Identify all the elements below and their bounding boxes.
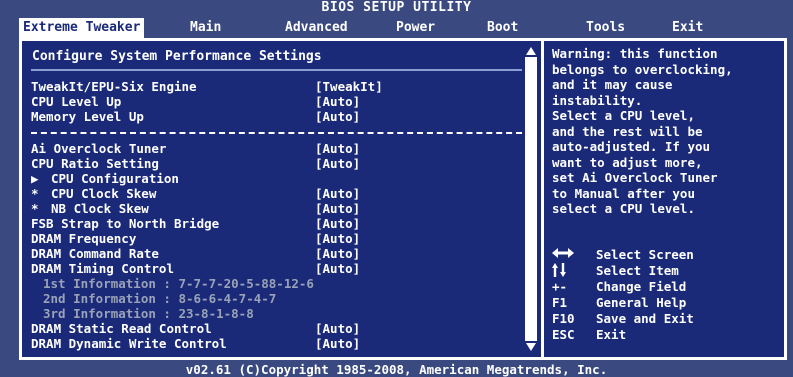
tab-power[interactable]: Power bbox=[392, 18, 439, 38]
key-desc: Select Item bbox=[596, 263, 679, 278]
setting-value[interactable]: [Auto] bbox=[315, 321, 360, 336]
key-label: +- bbox=[552, 279, 568, 294]
key-label: F10 bbox=[552, 311, 575, 326]
tab-main[interactable]: Main bbox=[186, 18, 225, 38]
key-row-exit: ESC Exit bbox=[544, 327, 784, 343]
setting-value[interactable]: [Auto] bbox=[315, 336, 360, 351]
setting-row-dram-static-read[interactable]: DRAM Static Read Control [Auto] bbox=[31, 321, 531, 336]
setting-row-dram-command-rate[interactable]: DRAM Command Rate [Auto] bbox=[31, 246, 531, 261]
help-line: auto-adjusted. If you bbox=[552, 139, 711, 154]
tab-boot[interactable]: Boot bbox=[483, 18, 522, 38]
key-row-select-item: Select Item bbox=[544, 263, 784, 279]
key-desc: General Help bbox=[596, 295, 687, 310]
settings-panel: Configure System Performance Settings Tw… bbox=[22, 41, 541, 357]
setting-label: Ai Overclock Tuner bbox=[31, 141, 167, 156]
info-row-1st: 1st Information : 7-7-7-20-5-88-12-6 bbox=[31, 276, 531, 291]
help-line: want to adjust more, bbox=[552, 154, 703, 170]
help-panel: Warning: this function belongs to overcl… bbox=[544, 41, 784, 357]
info-text: 2nd Information : 8-6-6-4-7-4-7 bbox=[43, 291, 277, 306]
info-row-2nd: 2nd Information : 8-6-6-4-7-4-7 bbox=[31, 291, 531, 306]
setting-row-tweakit[interactable]: TweakIt/EPU-Six Engine [TweakIt] bbox=[31, 79, 531, 94]
setting-row-cpu-ratio[interactable]: CPU Ratio Setting [Auto] bbox=[31, 156, 531, 171]
setting-value[interactable]: [Auto] bbox=[315, 246, 360, 261]
left-right-arrows-icon bbox=[552, 247, 574, 263]
bios-title: BIOS SETUP UTILITY bbox=[321, 0, 472, 15]
setting-row-cpu-level-up[interactable]: CPU Level Up [Auto] bbox=[31, 94, 531, 109]
help-line: select a CPU level. bbox=[552, 201, 695, 216]
setting-label: DRAM Dynamic Write Control bbox=[31, 336, 227, 351]
info-text: 3rd Information : 23-8-1-8-8 bbox=[43, 306, 254, 321]
setting-label: CPU Level Up bbox=[31, 94, 122, 109]
setting-label: CPU Ratio Setting bbox=[31, 156, 159, 171]
setting-label: TweakIt/EPU-Six Engine bbox=[31, 79, 197, 94]
setting-value[interactable]: [Auto] bbox=[315, 201, 360, 216]
scrollbar-track[interactable] bbox=[524, 47, 538, 351]
key-desc: Change Field bbox=[596, 279, 687, 294]
asterisk-marker: * bbox=[31, 186, 39, 201]
setting-row-memory-level-up[interactable]: Memory Level Up [Auto] bbox=[31, 109, 531, 124]
setting-value[interactable]: [Auto] bbox=[315, 231, 360, 246]
setting-label: DRAM Static Read Control bbox=[31, 321, 212, 336]
setting-label: CPU Clock Skew bbox=[51, 186, 157, 201]
setting-value[interactable]: [Auto] bbox=[315, 261, 360, 276]
tab-extreme-tweaker[interactable]: Extreme Tweaker bbox=[19, 18, 145, 38]
help-line: Warning: this function bbox=[552, 46, 718, 61]
key-row-change-field: +- Change Field bbox=[544, 279, 784, 295]
scroll-down-arrow-icon[interactable] bbox=[526, 343, 536, 351]
info-text: 1st Information : 7-7-7-20-5-88-12-6 bbox=[43, 276, 314, 291]
key-row-select-screen: Select Screen bbox=[544, 247, 784, 263]
scrollbar-thumb[interactable] bbox=[525, 57, 537, 341]
help-line: belongs to overclocking, bbox=[552, 61, 733, 77]
setting-value[interactable]: [Auto] bbox=[315, 141, 360, 156]
key-desc: Select Screen bbox=[596, 247, 694, 262]
setting-label: CPU Configuration bbox=[51, 171, 179, 186]
setting-label: DRAM Frequency bbox=[31, 231, 137, 246]
help-line: Select a CPU level, bbox=[552, 108, 695, 123]
setting-row-ai-overclock-tuner[interactable]: Ai Overclock Tuner [Auto] bbox=[31, 141, 531, 156]
setting-value[interactable]: [Auto] bbox=[315, 94, 360, 109]
main-frame: Configure System Performance Settings Tw… bbox=[19, 38, 787, 360]
key-desc: Exit bbox=[596, 327, 627, 342]
help-text: Warning: this function belongs to overcl… bbox=[552, 46, 780, 217]
help-line: and it may cause bbox=[552, 77, 673, 92]
setting-value[interactable]: [Auto] bbox=[315, 156, 360, 171]
tab-advanced[interactable]: Advanced bbox=[281, 18, 352, 38]
setting-value[interactable]: [TweakIt] bbox=[315, 79, 383, 94]
key-row-save-exit: F10 Save and Exit bbox=[544, 311, 784, 327]
tab-tools[interactable]: Tools bbox=[582, 18, 629, 38]
asterisk-marker: * bbox=[31, 201, 39, 216]
key-label: F1 bbox=[552, 295, 568, 310]
setting-row-dram-timing-control[interactable]: DRAM Timing Control [Auto] bbox=[31, 261, 531, 276]
dashed-divider bbox=[31, 132, 522, 134]
setting-label: Memory Level Up bbox=[31, 109, 144, 124]
setting-label: DRAM Command Rate bbox=[31, 246, 159, 261]
setting-value[interactable]: [Auto] bbox=[315, 186, 360, 201]
submenu-cpu-configuration[interactable]: ▶ CPU Configuration bbox=[31, 171, 531, 186]
setting-label: FSB Strap to North Bridge bbox=[31, 216, 220, 231]
setting-row-fsb-strap[interactable]: FSB Strap to North Bridge [Auto] bbox=[31, 216, 531, 231]
copyright-footer: v02.61 (C)Copyright 1985-2008, American … bbox=[185, 362, 608, 377]
setting-row-dram-dynamic-write[interactable]: DRAM Dynamic Write Control [Auto] bbox=[31, 336, 531, 351]
tab-bar: Extreme Tweaker Main Advanced Power Boot… bbox=[0, 16, 793, 38]
setting-label: DRAM Timing Control bbox=[31, 261, 174, 276]
help-line: instability. bbox=[552, 92, 643, 108]
setting-row-nb-clock-skew[interactable]: * NB Clock Skew [Auto] bbox=[31, 201, 531, 216]
setting-row-cpu-clock-skew[interactable]: * CPU Clock Skew [Auto] bbox=[31, 186, 531, 201]
help-line: set Ai Overclock Tuner bbox=[552, 170, 718, 185]
setting-label: NB Clock Skew bbox=[51, 201, 149, 216]
tab-exit[interactable]: Exit bbox=[668, 18, 707, 38]
setting-value[interactable]: [Auto] bbox=[315, 216, 360, 231]
key-row-general-help: F1 General Help bbox=[544, 295, 784, 311]
setting-value[interactable]: [Auto] bbox=[315, 109, 360, 124]
title-divider bbox=[31, 69, 522, 71]
section-title: Configure System Performance Settings bbox=[32, 49, 322, 64]
help-line: and the rest will be bbox=[552, 123, 703, 139]
key-desc: Save and Exit bbox=[596, 311, 694, 326]
scroll-up-arrow-icon[interactable] bbox=[526, 47, 536, 55]
submenu-arrow-icon: ▶ bbox=[31, 171, 39, 186]
info-row-3rd: 3rd Information : 23-8-1-8-8 bbox=[31, 306, 531, 321]
help-line: to Manual after you bbox=[552, 185, 695, 201]
setting-row-dram-frequency[interactable]: DRAM Frequency [Auto] bbox=[31, 231, 531, 246]
key-label: ESC bbox=[552, 327, 575, 342]
